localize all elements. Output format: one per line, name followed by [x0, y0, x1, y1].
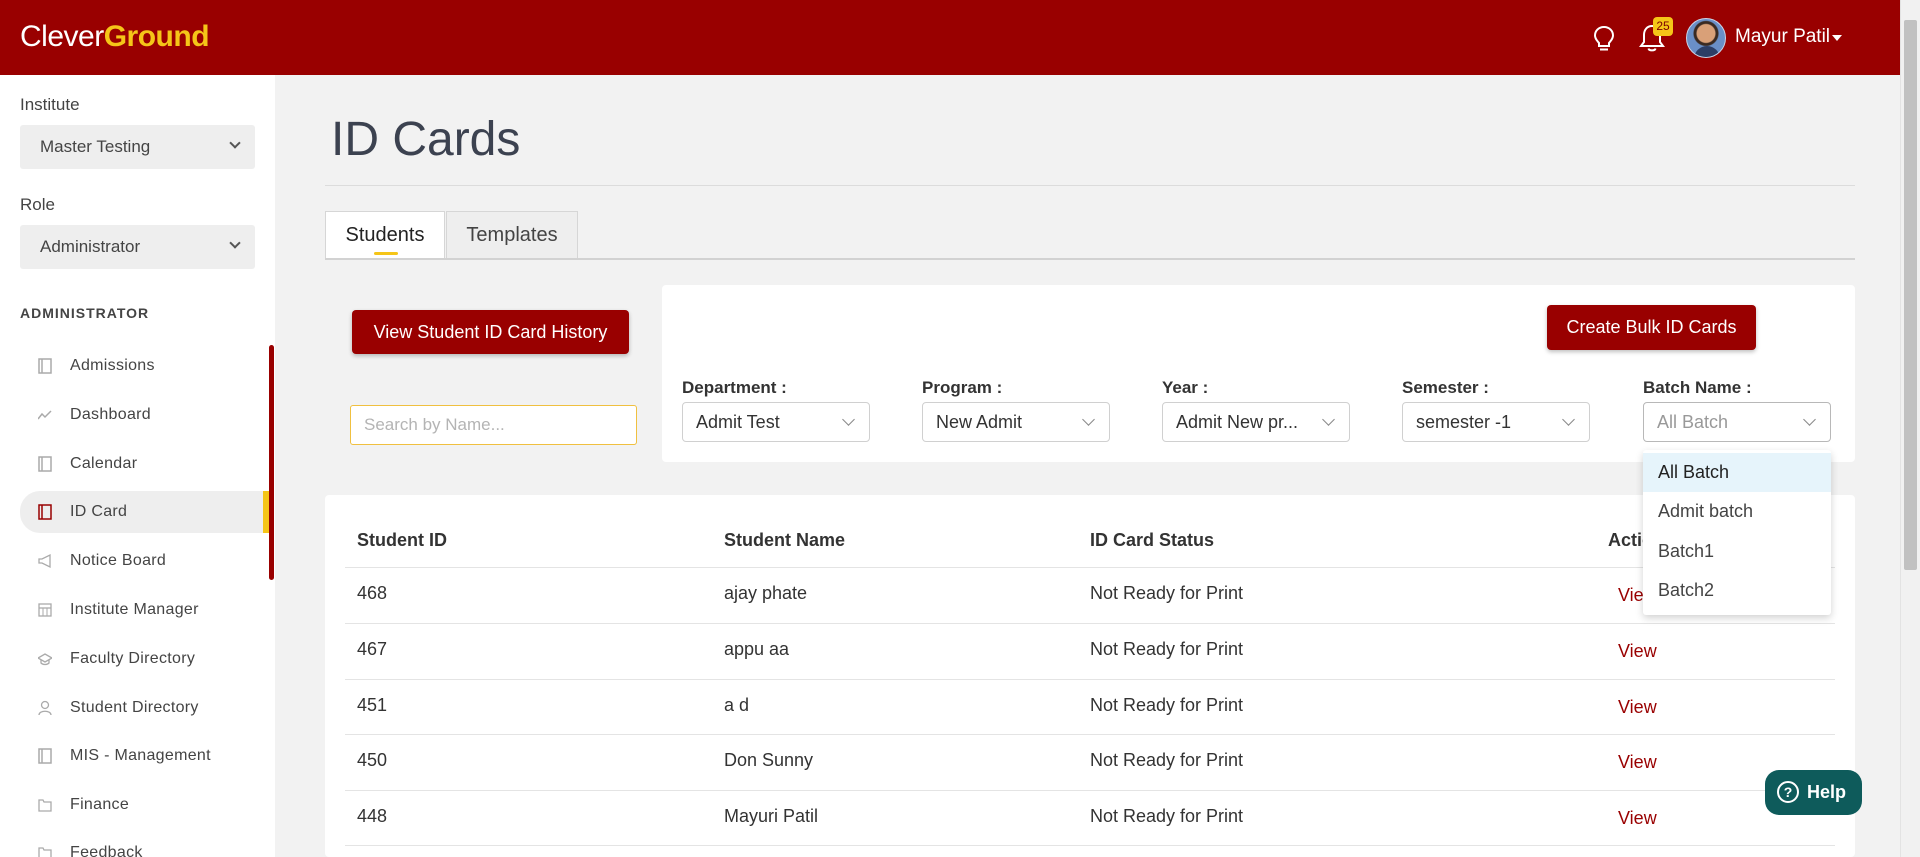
student-id-cell: 448: [357, 806, 388, 826]
status-cell: Not Ready for Print: [1090, 695, 1244, 715]
column-header-student-name[interactable]: Student Name: [724, 530, 845, 551]
help-button[interactable]: ? Help: [1765, 770, 1862, 815]
sidebar-item-admissions[interactable]: Admissions: [20, 345, 270, 387]
batch-name-select[interactable]: All Batch: [1643, 402, 1831, 442]
batch-dropdown-menu: All Batch Admit batch Batch1 Batch2: [1643, 450, 1831, 615]
status-cell: Not Ready for Print: [1090, 806, 1244, 826]
user-name[interactable]: Mayur Patil: [1735, 26, 1830, 48]
tabs-divider: [325, 258, 1855, 260]
divider: [325, 185, 1855, 186]
sidebar-item-student-directory[interactable]: Student Directory: [20, 687, 270, 729]
view-link[interactable]: View: [1618, 641, 1657, 662]
sidebar-item-institute-manager[interactable]: Institute Manager: [20, 589, 270, 631]
chevron-down-icon: [1562, 413, 1575, 426]
role-label: Role: [20, 195, 55, 214]
semester-label: Semester :: [1402, 378, 1489, 397]
institute-label: Institute: [20, 95, 80, 114]
search-input[interactable]: [350, 405, 637, 445]
institute-select[interactable]: Master Testing: [20, 125, 255, 169]
calendar-grid-icon: [38, 603, 52, 617]
sidebar-item-finance[interactable]: Finance: [20, 784, 270, 826]
department-select[interactable]: Admit Test: [682, 402, 870, 442]
chevron-down-icon: [1082, 413, 1095, 426]
tab-students[interactable]: Students: [325, 211, 445, 260]
column-header-student-id[interactable]: Student ID: [357, 530, 447, 551]
status-cell: Not Ready for Print: [1090, 583, 1244, 603]
chevron-down-icon: [229, 237, 241, 249]
question-mark-icon: ?: [1777, 781, 1799, 803]
student-id-cell: 451: [357, 695, 388, 715]
scrollbar-thumb[interactable]: [1904, 20, 1917, 570]
view-link[interactable]: View: [1618, 808, 1657, 829]
program-label: Program :: [922, 378, 1003, 397]
notification-badge: 25: [1653, 17, 1673, 36]
sidebar-scroll-indicator[interactable]: [269, 345, 274, 580]
lightbulb-icon[interactable]: [1592, 25, 1616, 53]
sidebar-item-id-card[interactable]: ID Card: [20, 491, 270, 533]
student-name-cell: appu aa: [724, 639, 790, 659]
caret-down-icon[interactable]: [1832, 35, 1842, 41]
column-header-id-card-status[interactable]: ID Card Status: [1090, 530, 1214, 551]
top-bar: CleverGround 25 Mayur Patil: [0, 0, 1900, 75]
year-label: Year :: [1162, 378, 1209, 397]
student-name-cell: a d: [724, 695, 750, 715]
sidebar-item-dashboard[interactable]: Dashboard: [20, 394, 270, 436]
tab-templates[interactable]: Templates: [446, 211, 578, 259]
sidebar-item-faculty-directory[interactable]: Faculty Directory: [20, 638, 270, 680]
status-cell: Not Ready for Print: [1090, 639, 1244, 659]
chevron-down-icon: [229, 137, 241, 149]
create-bulk-id-cards-button[interactable]: Create Bulk ID Cards: [1547, 305, 1756, 350]
active-tab-indicator: [374, 252, 398, 255]
batch-name-label: Batch Name :: [1643, 378, 1752, 397]
view-link[interactable]: View: [1618, 752, 1657, 773]
folder-icon: [38, 799, 52, 812]
card-icon: [38, 748, 52, 764]
chevron-down-icon: [842, 413, 855, 426]
student-id-cell: 467: [357, 639, 388, 659]
student-name-cell: ajay phate: [724, 583, 808, 603]
year-select[interactable]: Admit New pr...: [1162, 402, 1350, 442]
student-name-cell: Mayuri Patil: [724, 806, 819, 826]
card-icon: [38, 504, 52, 520]
student-name-cell: Don Sunny: [724, 750, 814, 770]
dropdown-option-all-batch[interactable]: All Batch: [1643, 453, 1831, 492]
dropdown-option-admit-batch[interactable]: Admit batch: [1643, 492, 1831, 531]
graduation-cap-icon: [38, 653, 52, 666]
dropdown-option-batch2[interactable]: Batch2: [1643, 571, 1831, 610]
card-icon: [38, 456, 52, 472]
chevron-down-icon: [1803, 413, 1816, 426]
folder-icon: [38, 847, 52, 857]
sidebar: Institute Master Testing Role Administra…: [0, 75, 275, 857]
status-cell: Not Ready for Print: [1090, 750, 1244, 770]
dropdown-option-batch1[interactable]: Batch1: [1643, 532, 1831, 571]
student-id-cell: 450: [357, 750, 388, 770]
row-divider: [345, 734, 1835, 735]
avatar[interactable]: [1686, 18, 1726, 58]
table-header-divider: [345, 567, 1835, 568]
department-label: Department :: [682, 378, 787, 397]
view-id-card-history-button[interactable]: View Student ID Card History: [352, 310, 629, 354]
sidebar-item-calendar[interactable]: Calendar: [20, 443, 270, 485]
view-link[interactable]: View: [1618, 697, 1657, 718]
semester-select[interactable]: semester -1: [1402, 402, 1590, 442]
role-select[interactable]: Administrator: [20, 225, 255, 269]
row-divider: [345, 679, 1835, 680]
card-icon: [38, 358, 52, 374]
user-icon: [38, 700, 52, 716]
program-select[interactable]: New Admit: [922, 402, 1110, 442]
sidebar-item-feedback[interactable]: Feedback: [20, 832, 270, 857]
logo[interactable]: CleverGround: [20, 20, 210, 54]
sidebar-section-title: ADMINISTRATOR: [20, 305, 150, 321]
chevron-down-icon: [1322, 413, 1335, 426]
row-divider: [345, 845, 1835, 846]
megaphone-icon: [38, 553, 51, 569]
page-title: ID Cards: [331, 113, 521, 166]
row-divider: [345, 790, 1835, 791]
sidebar-item-mis-management[interactable]: MIS - Management: [20, 735, 270, 777]
sidebar-item-notice-board[interactable]: Notice Board: [20, 540, 270, 582]
row-divider: [345, 623, 1835, 624]
chart-line-icon: [38, 410, 52, 420]
student-id-cell: 468: [357, 583, 388, 603]
